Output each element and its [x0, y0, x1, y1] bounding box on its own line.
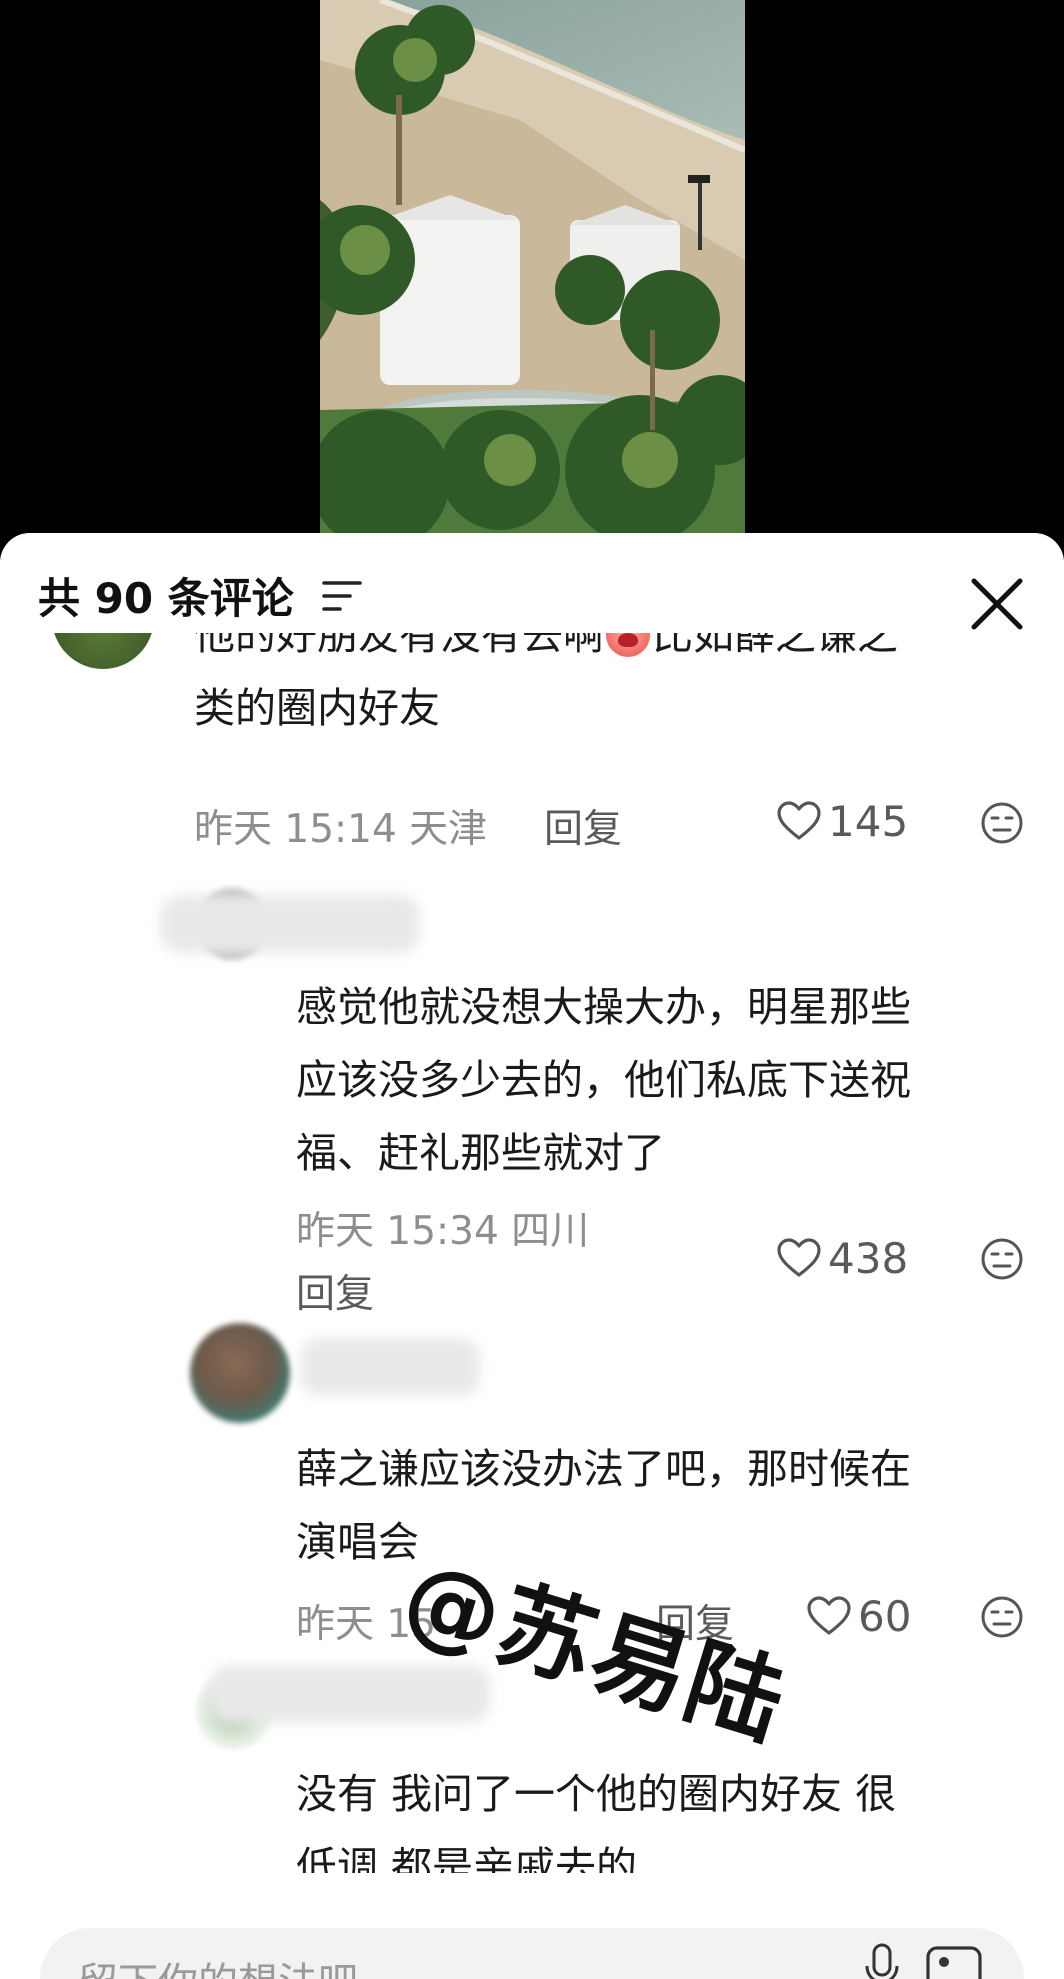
video-player[interactable]	[0, 0, 1064, 540]
comment-text-line: 应该没多少去的，他们私底下送祝	[296, 1056, 911, 1104]
username-blurred	[300, 1338, 480, 1396]
comment-text-line: 福、赶礼那些就对了	[296, 1129, 665, 1177]
like-button[interactable]: 145	[776, 796, 908, 846]
comment-text: 他的好朋友有没有去啊 比如薛之谦之	[194, 633, 898, 672]
mic-icon[interactable]	[862, 1942, 902, 1979]
beach-scene-image	[320, 0, 745, 540]
heart-icon	[777, 801, 821, 840]
comment-text-line: 他的好朋友有没有去啊	[194, 633, 604, 659]
comment-text-line: 演唱会	[296, 1518, 419, 1566]
username-blurred	[160, 895, 420, 953]
comment-text-line: 比如薛之谦之	[652, 633, 898, 659]
comment-panel: 共 90 条评论 他的好朋友有没有去啊 比如薛之谦之 类的圈内好友 昨天 15:1…	[0, 533, 1064, 1979]
avatar[interactable]	[52, 633, 154, 669]
like-count: 60	[858, 1591, 912, 1641]
reply-button[interactable]: 回复	[544, 798, 622, 854]
comment-text-line: 薛之谦应该没办法了吧，那时候在	[296, 1445, 911, 1493]
sort-icon[interactable]	[322, 579, 362, 613]
image-icon[interactable]	[924, 1942, 984, 1979]
comment-time-location: 昨天 15:34 四川	[296, 1209, 590, 1254]
dislike-face-icon[interactable]	[980, 1237, 1024, 1281]
comment-panel-header: 共 90 条评论	[0, 533, 1064, 633]
pouting-face-emoji-icon	[606, 633, 650, 657]
comment-text-line: 感觉他就没想大操大办，明星那些	[296, 983, 911, 1031]
heart-icon	[807, 1596, 851, 1635]
comment-text-line: 类的圈内好友	[194, 684, 440, 732]
dislike-face-icon[interactable]	[980, 1595, 1024, 1639]
avatar[interactable]	[190, 1323, 290, 1423]
comment-text-line: 没有 我问了一个他的圈内好友 很	[296, 1770, 897, 1818]
like-button[interactable]: 438	[776, 1233, 908, 1283]
heart-icon	[777, 1238, 821, 1277]
like-count: 438	[828, 1233, 909, 1283]
comment-count-title: 共 90 条评论	[38, 574, 294, 623]
like-button[interactable]: 60	[806, 1591, 911, 1641]
dislike-face-icon[interactable]	[980, 801, 1024, 845]
comment-time-location: 昨天 15:14 天津	[194, 807, 488, 852]
comment-input-placeholder: 留下你的想法吧	[78, 1950, 358, 1979]
close-icon[interactable]	[966, 573, 1028, 635]
video-frame[interactable]	[320, 0, 745, 540]
like-count: 145	[828, 796, 909, 846]
reply-button[interactable]: 回复	[296, 1263, 374, 1319]
comment-text-line: 低调 都是亲戚去的	[296, 1843, 638, 1873]
username-blurred	[210, 1665, 490, 1723]
comment-input-bar[interactable]: 留下你的想法吧	[40, 1928, 1024, 1979]
